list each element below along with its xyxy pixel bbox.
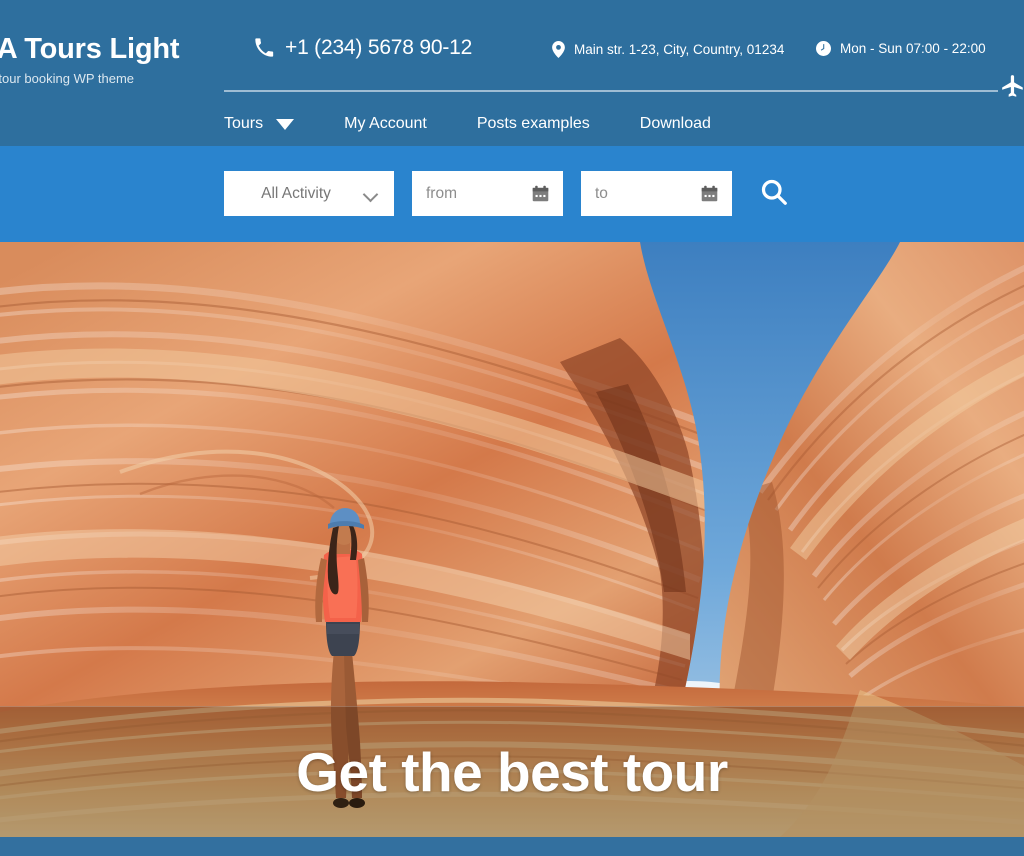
date-from-field[interactable]: from: [412, 171, 563, 216]
tour-search-bar: All Activity from to: [0, 146, 1024, 242]
calendar-icon[interactable]: [701, 185, 718, 202]
date-to-placeholder: to: [595, 184, 608, 202]
site-header: BA Tours Light ree tour booking WP theme…: [0, 0, 1024, 146]
brand-block[interactable]: BA Tours Light ree tour booking WP theme: [0, 32, 226, 88]
map-pin-icon: [552, 41, 565, 58]
activity-select[interactable]: All Activity: [224, 171, 394, 216]
header-divider: [224, 90, 998, 92]
contact-hours: Mon - Sun 07:00 - 22:00: [816, 41, 986, 56]
nav-label: Posts examples: [476, 115, 590, 132]
header-contact-info: +1 (234) 5678 90-12 Main str. 1-23, City…: [224, 36, 1024, 78]
chevron-down-icon: [276, 118, 295, 130]
nav-item-tours[interactable]: Tours: [224, 115, 295, 133]
site-tagline: ree tour booking WP theme: [0, 71, 135, 86]
nav-label: Download: [639, 115, 711, 132]
address-text: Main str. 1-23, City, Country, 01234: [574, 42, 785, 57]
footer-strip: [0, 837, 1024, 856]
date-from-placeholder: from: [426, 184, 457, 202]
calendar-icon[interactable]: [532, 185, 549, 202]
hero-banner: Get the best tour: [0, 242, 1024, 837]
activity-select-value: All Activity: [261, 184, 331, 202]
contact-address[interactable]: Main str. 1-23, City, Country, 01234: [552, 41, 784, 58]
search-submit-button[interactable]: [752, 172, 796, 216]
date-to-field[interactable]: to: [581, 171, 732, 216]
airplane-icon: [998, 72, 1024, 102]
nav-item-download[interactable]: Download: [640, 115, 711, 133]
phone-number: +1 (234) 5678 90-12: [285, 36, 473, 59]
contact-phone[interactable]: +1 (234) 5678 90-12: [254, 36, 472, 60]
search-fields-group: All Activity from to: [224, 171, 796, 216]
nav-item-posts-examples[interactable]: Posts examples: [477, 115, 590, 133]
nav-item-my-account[interactable]: My Account: [344, 115, 427, 133]
main-navigation: Tours My Account Posts examples Download: [224, 102, 711, 146]
hero-headline: Get the best tour: [296, 741, 728, 803]
clock-icon: [816, 41, 831, 56]
chevron-down-icon: [364, 187, 378, 201]
nav-label: Tours: [224, 115, 264, 132]
hours-text: Mon - Sun 07:00 - 22:00: [840, 41, 986, 56]
phone-icon: [254, 38, 274, 58]
nav-label: My Account: [344, 115, 427, 132]
search-icon: [759, 177, 789, 210]
site-title[interactable]: BA Tours Light: [0, 32, 226, 66]
